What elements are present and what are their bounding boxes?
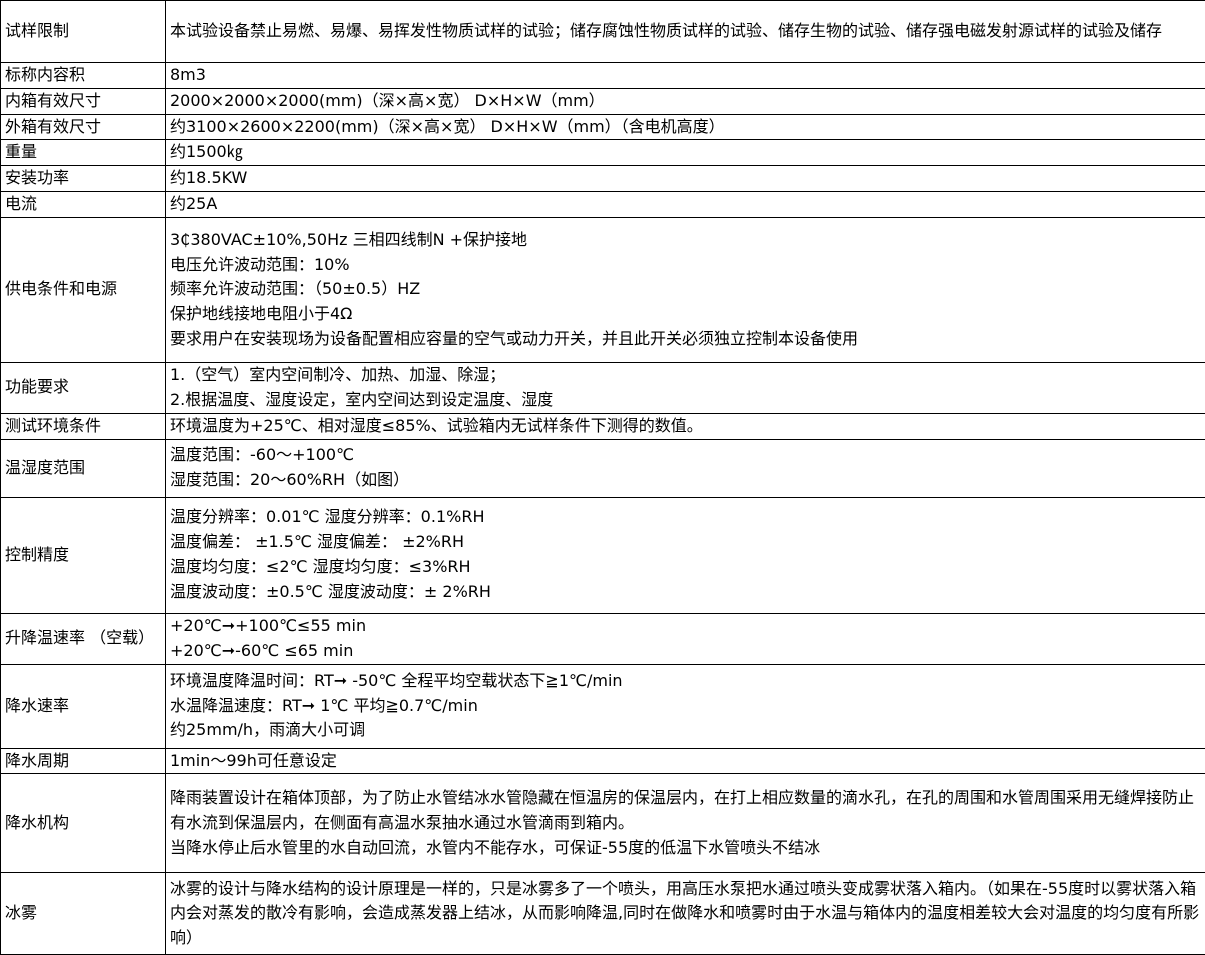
value-line: 约3100×2600×2200(mm)（深×高×宽） D×H×W（mm）（含电机…	[170, 115, 1201, 140]
row-value: 8m3	[166, 63, 1205, 89]
row-value: 本试验设备禁止易燃、易爆、易挥发性物质试样的试验；储存腐蚀性物质试样的试验、储存…	[166, 1, 1205, 63]
value-line: 水温降温速度：RT➞ 1℃ 平均≧0.7℃/min	[170, 694, 1201, 719]
value-line: 本试验设备禁止易燃、易爆、易挥发性物质试样的试验；储存腐蚀性物质试样的试验、储存…	[170, 19, 1201, 44]
row-label: 冰雾	[1, 873, 166, 955]
row-label: 降水速率	[1, 664, 166, 748]
row-value: 温度分辨率：0.01℃ 湿度分辨率：0.1%RH 温度偏差： ±1.5℃ 湿度偏…	[166, 497, 1205, 613]
row-label: 安装功率	[1, 166, 166, 192]
value-line: 1min～99h可任意设定	[170, 749, 1201, 774]
row-label: 试样限制	[1, 1, 166, 63]
row-value: 环境温度为+25℃、相对湿度≤85%、试验箱内无试样条件下测得的数值。	[166, 413, 1205, 439]
row-ice-fog: 冰雾 冰雾的设计与降水结构的设计原理是一样的，只是冰雾多了一个喷头，用高压水泵把…	[1, 873, 1205, 955]
value-line: 温度分辨率：0.01℃ 湿度分辨率：0.1%RH	[170, 505, 1201, 530]
value-line: +20℃➞+100℃≤55 min	[170, 614, 1201, 639]
value-line: 约25A	[170, 192, 1201, 217]
row-label: 外箱有效尺寸	[1, 114, 166, 140]
value-line: 电压允许波动范围：10%	[170, 253, 1201, 278]
value-line: 8m3	[170, 63, 1201, 88]
row-sample-limit: 试样限制 本试验设备禁止易燃、易爆、易挥发性物质试样的试验；储存腐蚀性物质试样的…	[1, 1, 1205, 63]
value-line: 约18.5KW	[170, 166, 1201, 191]
value-line: +20℃➞-60℃ ≤65 min	[170, 639, 1201, 664]
value-line: 降雨装置设计在箱体顶部，为了防止水管结冰水管隐藏在恒温房的保温层内，在打上相应数…	[170, 786, 1201, 836]
row-label: 测试环境条件	[1, 413, 166, 439]
row-outer-dimensions: 外箱有效尺寸 约3100×2600×2200(mm)（深×高×宽） D×H×W（…	[1, 114, 1205, 140]
value-line: 2.根据温度、湿度设定，室内空间达到设定温度、湿度	[170, 388, 1201, 413]
value-line: 频率允许波动范围：（50±0.5）HZ	[170, 277, 1201, 302]
value-line: 1.（空气）室内空间制冷、加热、加湿、除湿；	[170, 363, 1201, 388]
row-nominal-volume: 标称内容积 8m3	[1, 63, 1205, 89]
row-precipitation-period: 降水周期 1min～99h可任意设定	[1, 748, 1205, 774]
row-label: 温湿度范围	[1, 439, 166, 497]
row-value: 2000×2000×2000(mm)（深×高×宽） D×H×W（mm）	[166, 88, 1205, 114]
value-line: 当降水停止后水管里的水自动回流，水管内不能存水，可保证-55度的低温下水管喷头不…	[170, 836, 1201, 861]
row-value: 温度范围：-60～+100℃ 湿度范围：20～60%RH（如图）	[166, 439, 1205, 497]
value-line: 环境温度为+25℃、相对湿度≤85%、试验箱内无试样条件下测得的数值。	[170, 414, 1201, 439]
row-label: 供电条件和电源	[1, 217, 166, 362]
value-line: 湿度范围：20～60%RH（如图）	[170, 468, 1201, 493]
value-line: 冰雾的设计与降水结构的设计原理是一样的，只是冰雾多了一个喷头，用高压水泵把水通过…	[170, 877, 1201, 951]
row-value: 环境温度降温时间：RT➞ -50℃ 全程平均空载状态下≧1℃/min 水温降温速…	[166, 664, 1205, 748]
row-inner-dimensions: 内箱有效尺寸 2000×2000×2000(mm)（深×高×宽） D×H×W（m…	[1, 88, 1205, 114]
row-function-requirements: 功能要求 1.（空气）室内空间制冷、加热、加湿、除湿； 2.根据温度、湿度设定，…	[1, 362, 1205, 413]
row-value: 约18.5KW	[166, 166, 1205, 192]
value-line: 温度偏差： ±1.5℃ 湿度偏差： ±2%RH	[170, 530, 1201, 555]
row-label: 降水周期	[1, 748, 166, 774]
row-value: 1min～99h可任意设定	[166, 748, 1205, 774]
row-current: 电流 约25A	[1, 191, 1205, 217]
row-ramp-rate: 升降温速率 （空载） +20℃➞+100℃≤55 min +20℃➞-60℃ ≤…	[1, 613, 1205, 664]
row-value: 约3100×2600×2200(mm)（深×高×宽） D×H×W（mm）（含电机…	[166, 114, 1205, 140]
row-value: 3₵380VAC±10%,50Hz 三相四线制N +保护接地 电压允许波动范围：…	[166, 217, 1205, 362]
row-weight: 重量 约1500㎏	[1, 140, 1205, 166]
value-line: 温度波动度：±0.5℃ 湿度波动度：± 2%RH	[170, 580, 1201, 605]
row-label: 内箱有效尺寸	[1, 88, 166, 114]
row-value: +20℃➞+100℃≤55 min +20℃➞-60℃ ≤65 min	[166, 613, 1205, 664]
value-line: 要求用户在安装现场为设备配置相应容量的空气或动力开关，并且此开关必须独立控制本设…	[170, 327, 1201, 352]
row-temp-humidity-range: 温湿度范围 温度范围：-60～+100℃ 湿度范围：20～60%RH（如图）	[1, 439, 1205, 497]
value-line: 3₵380VAC±10%,50Hz 三相四线制N +保护接地	[170, 228, 1201, 253]
row-value: 降雨装置设计在箱体顶部，为了防止水管结冰水管隐藏在恒温房的保温层内，在打上相应数…	[166, 774, 1205, 873]
row-control-accuracy: 控制精度 温度分辨率：0.01℃ 湿度分辨率：0.1%RH 温度偏差： ±1.5…	[1, 497, 1205, 613]
value-line: 温度均匀度：≤2℃ 湿度均匀度：≤3%RH	[170, 555, 1201, 580]
row-value: 约25A	[166, 191, 1205, 217]
row-label: 重量	[1, 140, 166, 166]
row-label: 升降温速率 （空载）	[1, 613, 166, 664]
spec-table: 试样限制 本试验设备禁止易燃、易爆、易挥发性物质试样的试验；储存腐蚀性物质试样的…	[0, 0, 1205, 955]
value-line: 温度范围：-60～+100℃	[170, 443, 1201, 468]
value-line: 环境温度降温时间：RT➞ -50℃ 全程平均空载状态下≧1℃/min	[170, 669, 1201, 694]
row-value: 1.（空气）室内空间制冷、加热、加湿、除湿； 2.根据温度、湿度设定，室内空间达…	[166, 362, 1205, 413]
value-line: 约1500㎏	[170, 140, 1201, 165]
row-precipitation-mechanism: 降水机构 降雨装置设计在箱体顶部，为了防止水管结冰水管隐藏在恒温房的保温层内，在…	[1, 774, 1205, 873]
row-value: 约1500㎏	[166, 140, 1205, 166]
row-test-conditions: 测试环境条件 环境温度为+25℃、相对湿度≤85%、试验箱内无试样条件下测得的数…	[1, 413, 1205, 439]
row-label: 控制精度	[1, 497, 166, 613]
value-line: 2000×2000×2000(mm)（深×高×宽） D×H×W（mm）	[170, 89, 1201, 114]
row-installed-power: 安装功率 约18.5KW	[1, 166, 1205, 192]
row-precipitation-rate: 降水速率 环境温度降温时间：RT➞ -50℃ 全程平均空载状态下≧1℃/min …	[1, 664, 1205, 748]
row-label: 降水机构	[1, 774, 166, 873]
row-power-supply: 供电条件和电源 3₵380VAC±10%,50Hz 三相四线制N +保护接地 电…	[1, 217, 1205, 362]
row-label: 电流	[1, 191, 166, 217]
row-label: 功能要求	[1, 362, 166, 413]
row-value: 冰雾的设计与降水结构的设计原理是一样的，只是冰雾多了一个喷头，用高压水泵把水通过…	[166, 873, 1205, 955]
value-line: 保护地线接地电阻小于4Ω	[170, 302, 1201, 327]
row-label: 标称内容积	[1, 63, 166, 89]
value-line: 约25mm/h，雨滴大小可调	[170, 718, 1201, 743]
